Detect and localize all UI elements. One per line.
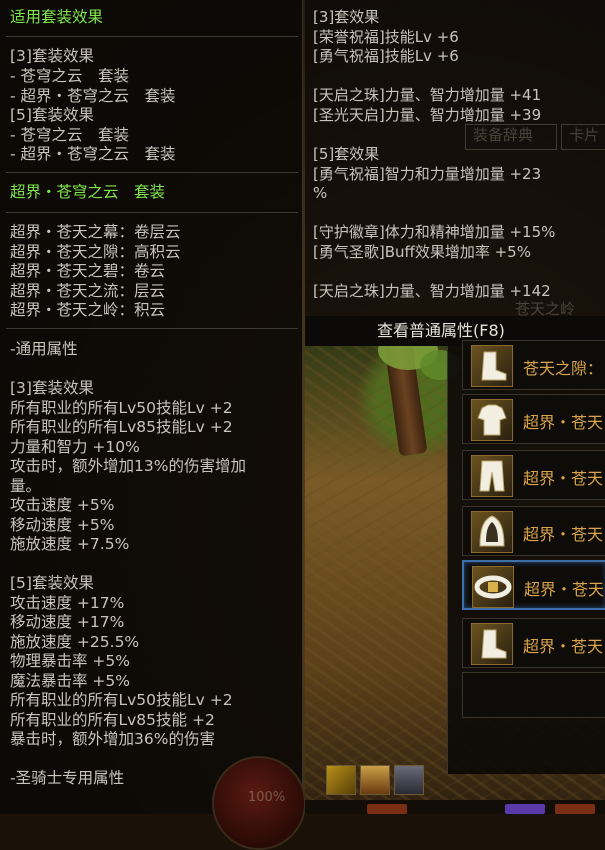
stat-line: 攻击速度 +5% — [10, 496, 115, 514]
tooltip-line: [5]套效果 — [313, 145, 380, 163]
tooltip-line: [天启之珠]力量、智力增加量 +41 — [313, 86, 542, 104]
stat-line: 所有职业的所有Lv85技能Lv +2 — [10, 418, 233, 436]
tooltip-line: [圣光天启]力量、智力增加量 +39 — [313, 106, 542, 124]
stat-line: 攻击速度 +17% — [10, 594, 125, 612]
common5-header: [5]套装效果 — [10, 574, 94, 592]
tooltip-line: [荣誉祝福]技能Lv +6 — [313, 28, 459, 46]
hp-orb-value: 100% — [248, 790, 286, 805]
divider — [6, 212, 298, 213]
equip-slot-shoulder[interactable]: 超界・苍天 — [462, 506, 605, 556]
equip-slot-empty[interactable] — [462, 672, 605, 718]
tooltip-line: % — [313, 184, 328, 202]
equip-name: 苍天之隙： — [523, 359, 604, 378]
set-name: 超界・苍穹之云 套装 — [10, 183, 166, 201]
paladin-attr-header: -圣骑士专用属性 — [10, 769, 125, 787]
stat-line: 量。 — [10, 477, 42, 495]
set3-item: - 超界・苍穹之云 套装 — [10, 87, 176, 105]
set-piece: 超界・苍天之碧：卷云 — [10, 262, 166, 280]
equip-name: 超界・苍天 — [524, 580, 605, 599]
equip-name: 超界・苍天 — [523, 469, 604, 488]
set3-item: - 苍穹之云 套装 — [10, 67, 130, 85]
quickslot-golden-figure[interactable] — [326, 765, 356, 795]
quickbar — [326, 765, 426, 799]
stat-line: 魔法暴击率 +5% — [10, 672, 131, 690]
set-piece: 超界・苍天之隙：高积云 — [10, 243, 181, 261]
tooltip-line: [勇气祝福]技能Lv +6 — [313, 47, 459, 65]
stat-line: 移动速度 +17% — [10, 613, 125, 631]
stat-line: 所有职业的所有Lv50技能Lv +2 — [10, 691, 233, 709]
top-armor-icon — [471, 399, 513, 441]
hotbar-slot[interactable] — [505, 804, 545, 814]
class-set-tooltip: 装备辞典 卡片 苍天之岭 [3]套效果 [荣誉祝福]技能Lv +6 [勇气祝福]… — [305, 0, 605, 318]
set5-item: - 超界・苍穹之云 套装 — [10, 145, 176, 163]
stat-line: 施放速度 +7.5% — [10, 535, 130, 553]
stat-line: 移动速度 +5% — [10, 516, 115, 534]
common-attr-header: -通用属性 — [10, 340, 78, 358]
tooltip-title: 适用套装效果 — [10, 8, 104, 26]
set-piece: 超界・苍天之幕：卷层云 — [10, 223, 181, 241]
stat-line: 暴击时，额外增加36%的伤害 — [10, 730, 215, 748]
tooltip-line: [3]套效果 — [313, 8, 380, 26]
equip-name: 超界・苍天 — [523, 637, 604, 656]
equip-slot-shoes[interactable]: 超界・苍天 — [462, 618, 605, 668]
tooltip-line: [天启之珠]力量、智力增加量 +142 — [313, 282, 551, 300]
divider — [6, 172, 298, 173]
boots-icon — [471, 623, 513, 665]
equip-slot-pants[interactable]: 超界・苍天 — [462, 450, 605, 500]
stat-line: 施放速度 +25.5% — [10, 633, 140, 651]
hotbar-slot[interactable] — [555, 804, 595, 814]
belt-icon — [472, 566, 514, 608]
equip-name: 超界・苍天 — [523, 525, 604, 544]
equip-slot-top[interactable]: 超界・苍天 — [462, 394, 605, 444]
tooltip-line: [勇气祝福]智力和力量增加量 +23 — [313, 165, 542, 183]
ghost-tab-card: 卡片 — [569, 126, 600, 144]
tooltip-line: [守护徽章]体力和精神增加量 +15% — [313, 223, 556, 241]
quickslot-gear[interactable] — [394, 765, 424, 795]
boots-icon — [471, 345, 513, 387]
divider — [6, 36, 298, 37]
set-piece: 超界・苍天之流：层云 — [10, 282, 166, 300]
equip-slot-boots[interactable]: 苍天之隙： — [462, 340, 605, 390]
set3-header: [3]套装效果 — [10, 47, 94, 65]
equip-name: 超界・苍天 — [523, 413, 604, 432]
set5-item: - 苍穹之云 套装 — [10, 126, 130, 144]
tooltip-line: [勇气圣歌]Buff效果增加率 +5% — [313, 243, 531, 261]
ghost-tab-equip-dict: 装备辞典 — [473, 126, 534, 144]
stat-line: 力量和智力 +10% — [10, 438, 140, 456]
stat-line: 所有职业的所有Lv50技能Lv +2 — [10, 399, 233, 417]
stat-line: 物理暴击率 +5% — [10, 652, 131, 670]
bottom-hotbar — [305, 800, 605, 814]
hotbar-slot[interactable] — [367, 804, 407, 814]
set-piece: 超界・苍天之岭：积云 — [10, 301, 166, 319]
pants-icon — [471, 455, 513, 497]
quickslot-landscape[interactable] — [360, 765, 390, 795]
common3-header: [3]套装效果 — [10, 379, 94, 397]
stat-line: 攻击时，额外增加13%的伤害增加 — [10, 457, 246, 475]
stat-line: 所有职业的所有Lv85技能 +2 — [10, 711, 215, 729]
equipment-list: 苍天之隙： 超界・苍天 超界・苍天 超界・苍天 超界・苍天 超界・苍天 — [447, 340, 605, 774]
divider — [6, 328, 298, 329]
shoulder-icon — [471, 511, 513, 553]
equip-slot-belt[interactable]: 超界・苍天 — [462, 560, 605, 610]
set-effect-tooltip: 适用套装效果 [3]套装效果 - 苍穹之云 套装 - 超界・苍穹之云 套装 [5… — [0, 0, 303, 814]
set5-header: [5]套装效果 — [10, 106, 94, 124]
